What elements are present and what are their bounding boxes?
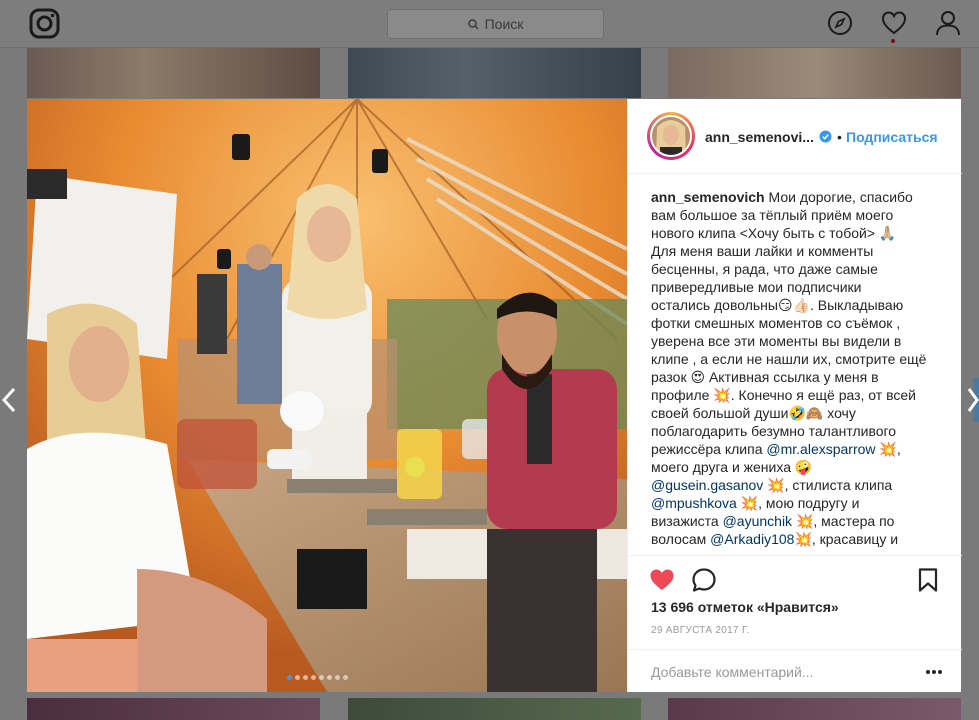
feed-thumbnail[interactable] [27,698,320,720]
compass-icon[interactable] [827,10,853,36]
carousel-dot [287,675,292,680]
like-count[interactable]: 13 696 отметок «Нравится» [651,599,839,615]
search-box[interactable]: Поиск [387,9,604,39]
verified-badge-icon [819,130,832,143]
mention-makeup[interactable]: @ayunchik [723,513,792,529]
carousel-indicator [287,675,348,680]
caption-text-segment: волосам [651,531,711,547]
instagram-logo-icon[interactable] [29,8,60,39]
post-username[interactable]: ann_semenovi... [705,129,814,145]
mention-director[interactable]: @mr.alexsparrow [766,441,875,457]
feed-thumbnail[interactable] [668,698,961,720]
post-modal: ann_semenovi... • Подписаться ann_semeno… [27,99,962,692]
carousel-dot [319,675,324,680]
avatar-image [652,117,690,155]
mention-stylist[interactable]: @mpushkova [651,495,737,511]
notification-dot [891,39,895,43]
like-heart-filled-icon[interactable] [649,567,675,593]
caption-text-segment: визажиста [651,513,723,529]
caption-text: Мои дорогие, спасибо вам большое за тёпл… [651,189,927,457]
next-post-arrow-icon[interactable] [965,386,979,414]
person-icon[interactable] [935,10,961,36]
feed-thumbnail[interactable] [348,48,641,98]
heart-outline-icon[interactable] [881,10,907,36]
follow-button[interactable]: Подписаться [846,129,938,145]
caption-author[interactable]: ann_semenovich [651,189,765,205]
previous-post-arrow-icon[interactable] [0,386,20,414]
post-header: ann_semenovi... • Подписаться [628,99,962,174]
mention-hair[interactable]: @Arkadiy108 [710,531,794,547]
caption-text-segment: 💥, красавицу и [794,531,899,547]
feed-thumbnail[interactable] [668,48,961,98]
caption-text-segment: 💥, мастера по [792,513,895,529]
caption-text-segment: моего друга и жениха 🤪 [651,459,813,475]
caption-text-segment: 💥, стилиста клипа [763,477,893,493]
carousel-dot [335,675,340,680]
bookmark-icon[interactable] [915,567,941,593]
post-caption: ann_semenovich Мои дорогие, спасибо вам … [651,188,943,556]
search-placeholder: Поиск [484,16,524,32]
feed-thumbnail[interactable] [348,698,641,720]
caption-text-segment: 💥, мою подругу и [736,495,860,511]
comment-bar [628,649,962,693]
carousel-dot [295,675,300,680]
feed-thumbnail[interactable] [27,48,320,98]
caption-text-segment: 💥, [875,441,901,457]
post-photo[interactable] [27,99,627,692]
post-photo-image [27,99,627,692]
post-actions [628,565,962,595]
story-ring[interactable] [647,112,695,160]
comment-input[interactable] [651,662,911,682]
post-date[interactable]: 29 АВГУСТА 2017 Г. [651,625,750,636]
search-icon [467,18,479,30]
top-navigation-bar: Поиск [0,0,979,48]
carousel-dot [343,675,348,680]
comment-bubble-icon[interactable] [691,567,717,593]
carousel-dot [327,675,332,680]
post-sidebar: ann_semenovi... • Подписаться ann_semeno… [627,99,962,692]
mention-husband[interactable]: @gusein.gasanov [651,477,763,493]
header-separator: • [837,129,842,145]
divider [628,555,962,556]
more-options-icon[interactable] [924,664,944,680]
carousel-dot [311,675,316,680]
carousel-dot [303,675,308,680]
avatar[interactable] [650,115,692,157]
